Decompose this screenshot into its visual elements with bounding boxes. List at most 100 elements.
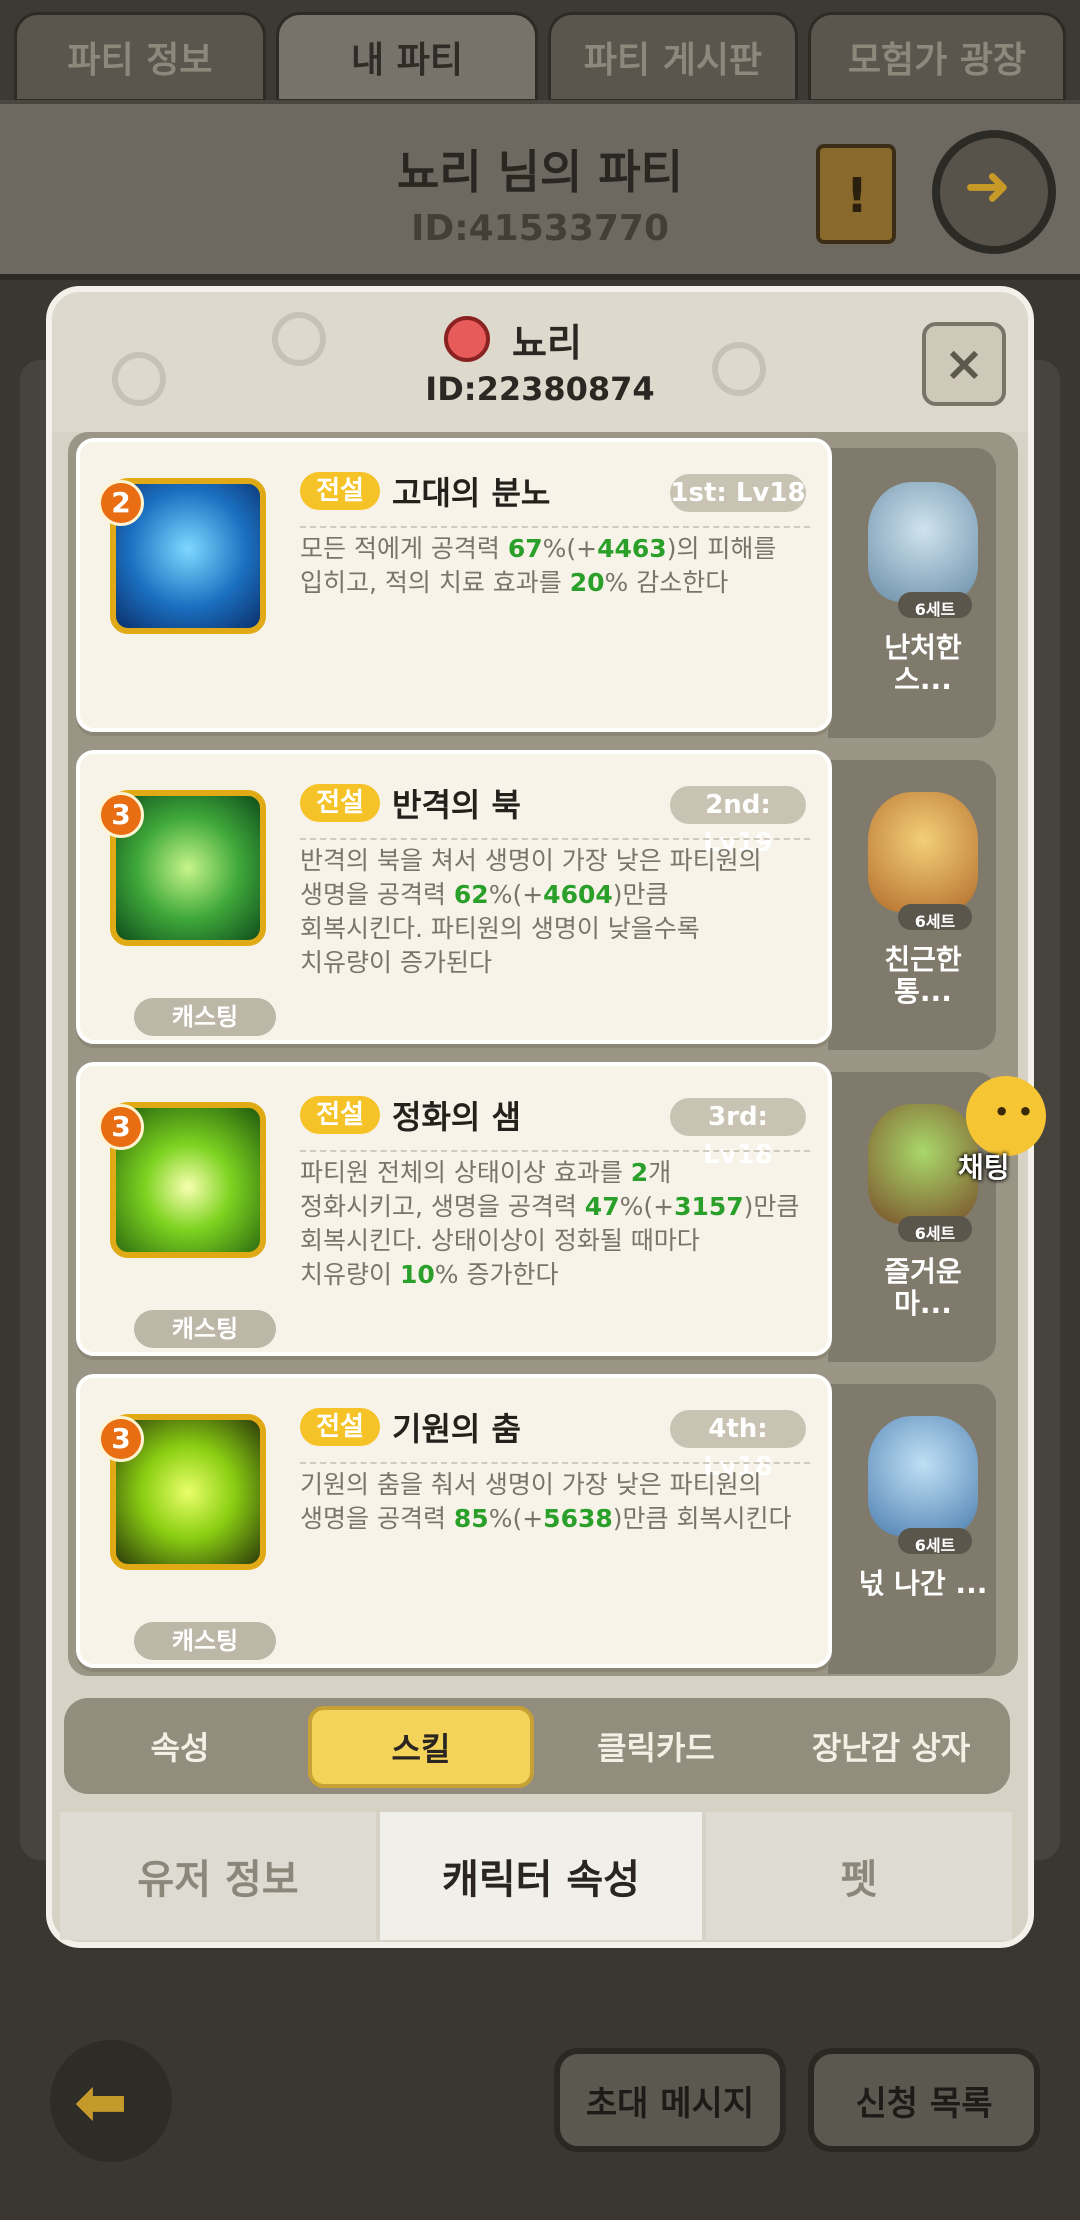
skill-description: 파티원 전체의 상태이상 효과를 2개 정화시키고, 생명을 공격력 47%(+… [300,1156,826,1292]
highlight-value: 47 [584,1192,620,1221]
desc-line: 치유량이 증가된다 [300,948,492,977]
desc-line: 모든 적에게 공격력 67%(+4463)의 피해를 [300,534,777,563]
character-avatar [868,482,978,602]
divider [300,1462,810,1464]
chat-label[interactable]: 채팅 [958,1146,1010,1186]
party-header: 뇨리 님의 파티 ID:41533770 ! ➜ [0,100,1080,280]
tier-badge: 전설 [300,472,380,510]
exit-icon[interactable]: ➜ [932,130,1056,254]
skill-card[interactable]: 3 캐스팅 전설 반격의 북 2nd: Lv19 반격의 북을 쳐서 생명이 가… [76,750,832,1044]
user-id: ID:22380874 [425,370,655,408]
chat-face-icon: • • [994,1098,1034,1126]
user-name: 뇨리 [512,321,582,365]
casting-badge: 캐스팅 [134,998,276,1036]
tab-pet[interactable]: 펫 [706,1812,1012,1940]
skill-card[interactable]: 3 캐스팅 전설 정화의 샘 3rd: Lv18 파티원 전체의 상태이상 효과… [76,1062,832,1356]
skill-description: 기원의 춤을 춰서 생명이 가장 낮은 파티원의 생명을 공격력 85%(+56… [300,1468,826,1536]
highlight-value: 5638 [543,1504,613,1533]
casting-badge: 캐스팅 [134,1622,276,1660]
character-name: 친근한 통... [848,944,998,1008]
subtab-toy-box[interactable]: 장난감 상자 [772,1698,1010,1794]
character-avatar [868,792,978,912]
tab-my-party[interactable]: 내 파티 [276,12,538,102]
sub-tab-bar: 속성 스킬 클릭카드 장난감 상자 [64,1698,1010,1794]
character-name: 즐거운 마... [848,1256,998,1320]
skill-card[interactable]: 3 캐스팅 전설 기원의 춤 4th: Lv18 기원의 춤을 춰서 생명이 가… [76,1374,832,1668]
desc-line: 생명을 공격력 62%(+4604)만큼 [300,880,669,909]
desc-line: 회복시킨다. 파티원의 생명이 낮을수록 [300,914,700,943]
character-set-label: 6세트 [914,1224,956,1243]
desc-line: 치유량이 10% 증가한다 [300,1260,559,1289]
divider [300,1150,810,1152]
skill-level-badge: 3 [98,792,144,838]
rank-badge: 3rd: Lv18 [670,1098,806,1170]
casting-badge: 캐스팅 [134,1310,276,1348]
skill-level-badge: 3 [98,1416,144,1462]
rank-badge: 1st: Lv18 [670,474,806,512]
skill-name: 반격의 북 [392,786,521,824]
highlight-value: 4463 [597,534,667,563]
rank-badge: 2nd: Lv19 [670,786,806,858]
top-tab-bar: 파티 정보 내 파티 파티 게시판 모험가 광장 [0,0,1080,102]
modal-header: 뇨리 ID:22380874 × [52,292,1028,432]
desc-line: 기원의 춤을 춰서 생명이 가장 낮은 파티원의 [300,1470,762,1499]
highlight-value: 3157 [674,1192,744,1221]
tab-character-attributes[interactable]: 캐릭터 속성 [380,1812,702,1940]
highlight-value: 10 [399,1260,435,1289]
tier-badge: 전설 [300,1408,380,1446]
request-list-button[interactable]: 신청 목록 [808,2048,1040,2152]
tab-user-info[interactable]: 유저 정보 [60,1812,376,1940]
rank-badge: 4th: Lv18 [670,1410,806,1482]
divider [300,526,810,528]
highlight-value: 4604 [543,880,613,909]
close-icon[interactable]: × [922,322,1006,406]
party-id: ID:41533770 [410,208,670,249]
highlight-value: 2 [630,1158,649,1187]
subtab-attributes[interactable]: 속성 [64,1698,296,1794]
subtab-skills[interactable]: 스킬 [308,1706,534,1788]
bottom-tab-bar: 유저 정보 캐릭터 속성 펫 [52,1812,1022,1940]
character-set-label: 6세트 [914,912,956,931]
character-name-line: 즐거운 [884,1255,962,1288]
tier-badge: 전설 [300,1096,380,1134]
invite-message-button[interactable]: 초대 메시지 [554,2048,786,2152]
desc-line: 파티원 전체의 상태이상 효과를 2개 [300,1158,672,1187]
desc-line: 생명을 공격력 85%(+5638)만큼 회복시킨다 [300,1504,792,1533]
character-name-line: 넋 나간 ... [858,1567,988,1600]
character-set-label: 6세트 [914,1536,956,1555]
skill-description: 반격의 북을 쳐서 생명이 가장 낮은 파티원의 생명을 공격력 62%(+46… [300,844,826,980]
key-icon [444,316,490,362]
skill-name: 정화의 샘 [392,1098,521,1136]
character-name-line: 통... [894,975,952,1008]
character-name: 난처한 스... [848,632,998,696]
skill-level-badge: 3 [98,1104,144,1150]
skill-list[interactable]: 2 전설 고대의 분노 1st: Lv18 모든 적에게 공격력 67%(+44… [68,432,1018,1676]
tab-party-board[interactable]: 파티 게시판 [548,12,798,102]
character-avatar [868,1416,978,1536]
desc-line: 반격의 북을 쳐서 생명이 가장 낮은 파티원의 [300,846,762,875]
skill-name: 기원의 춤 [392,1410,521,1448]
tab-party-info[interactable]: 파티 정보 [14,12,266,102]
character-name-line: 스... [894,663,952,696]
back-arrow-icon: ⬅ [74,2066,128,2140]
desc-line: 입히고, 적의 치료 효과를 20% 감소한다 [300,568,729,597]
tier-badge: 전설 [300,784,380,822]
character-name: 넋 나간 ... [848,1568,998,1600]
character-name-line: 친근한 [884,943,962,976]
character-set-label: 6세트 [914,600,956,619]
party-title: 뇨리 님의 파티 [397,145,683,199]
highlight-value: 62 [453,880,489,909]
highlight-value: 67 [507,534,543,563]
tab-adventurer-plaza[interactable]: 모험가 광장 [808,12,1066,102]
character-name-line: 마... [894,1287,952,1320]
skill-level-badge: 2 [98,480,144,526]
map-icon[interactable]: ! [816,144,896,244]
divider [300,838,810,840]
highlight-value: 20 [569,568,605,597]
skill-name: 고대의 분노 [392,474,551,512]
desc-line: 회복시킨다. 상태이상이 정화될 때마다 [300,1226,700,1255]
highlight-value: 85 [453,1504,489,1533]
skill-description: 모든 적에게 공격력 67%(+4463)의 피해를 입히고, 적의 치료 효과… [300,532,826,600]
subtab-click-cards[interactable]: 클릭카드 [540,1698,772,1794]
skill-card[interactable]: 2 전설 고대의 분노 1st: Lv18 모든 적에게 공격력 67%(+44… [76,438,832,732]
